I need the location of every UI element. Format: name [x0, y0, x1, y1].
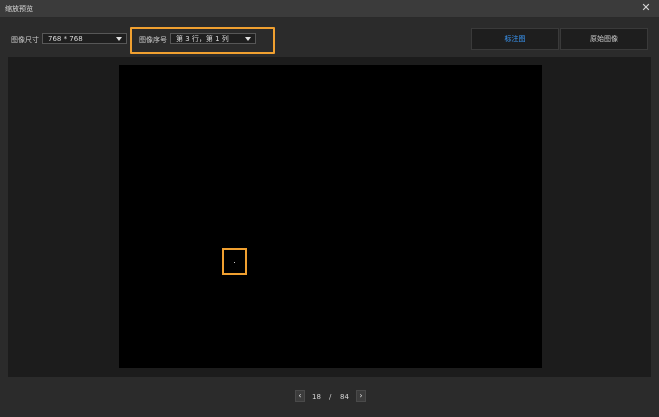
window-title: 缩放预览 [5, 5, 33, 13]
annotation-box[interactable] [222, 248, 247, 275]
close-icon[interactable]: ✕ [641, 2, 651, 14]
image-index-value: 第 3 行，第 1 列 [176, 35, 229, 43]
next-page-button[interactable]: › [356, 390, 366, 402]
title-bar: 缩放预览 ✕ [0, 0, 659, 18]
image-index-label: 图像序号 [139, 36, 167, 44]
image-size-label: 图像尺寸 [11, 36, 39, 44]
tab-annotated-image[interactable]: 标注图 [471, 28, 559, 50]
chevron-down-icon [245, 37, 251, 41]
prev-page-button[interactable]: ‹ [295, 390, 305, 402]
tab-original-image[interactable]: 原始图像 [560, 28, 648, 50]
image-size-select[interactable]: 768 * 768 [42, 33, 127, 44]
total-pages: 84 [340, 393, 349, 401]
annotation-point [234, 262, 235, 263]
current-page: 18 [312, 393, 321, 401]
page-separator: / [329, 393, 332, 401]
image-index-select[interactable]: 第 3 行，第 1 列 [170, 33, 256, 44]
chevron-down-icon [116, 37, 122, 41]
toolbar: 图像尺寸 768 * 768 图像序号 第 3 行，第 1 列 标注图 原始图像 [0, 18, 659, 58]
pagination: ‹ 18 / 84 › [0, 390, 659, 404]
image-size-value: 768 * 768 [48, 35, 83, 43]
preview-image[interactable] [119, 65, 542, 368]
